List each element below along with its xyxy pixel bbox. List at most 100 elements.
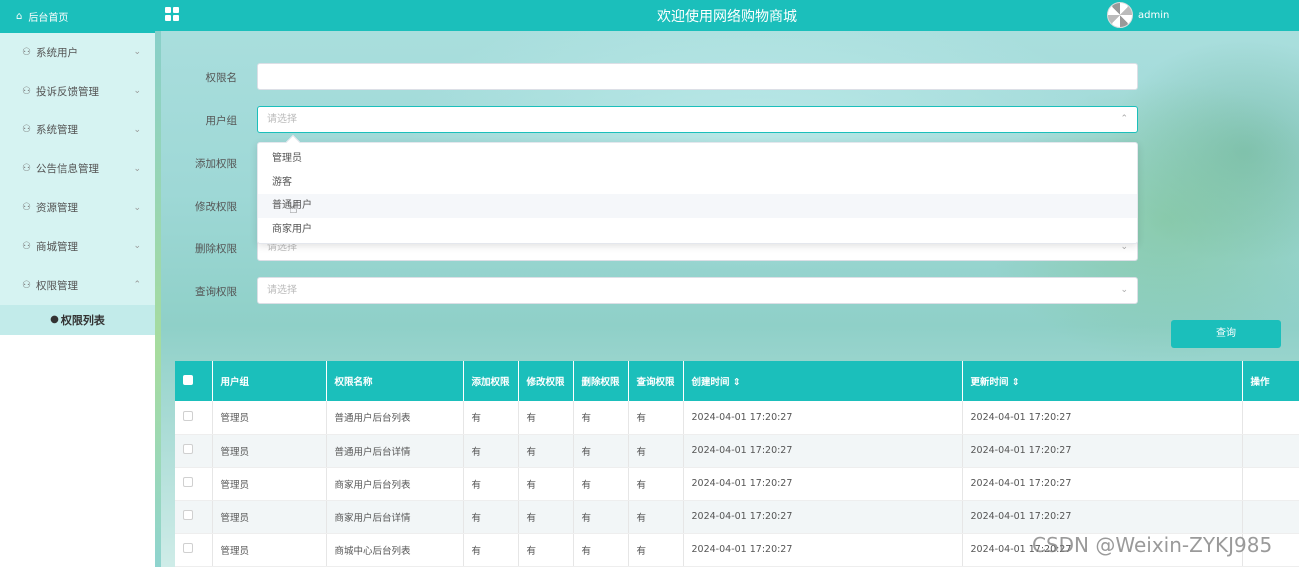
user-group-select[interactable]: 请选择 ⌃ (257, 106, 1138, 133)
row-checkbox-cell (175, 401, 213, 435)
sidebar-item-label: 商城管理 (36, 240, 78, 253)
row-checkbox-cell (175, 467, 213, 501)
users-icon: ⚇ (22, 163, 31, 175)
sidebar-item-label: 系统管理 (36, 124, 78, 137)
dropdown-option-guest[interactable]: 游客 (258, 171, 1137, 195)
table-cell: 有 (463, 533, 519, 567)
table-cell: 有 (518, 434, 574, 468)
user-group-dropdown: 管理员 游客 普通用户 ☝ 商家用户 (257, 134, 1138, 244)
table-cell: 有 (518, 467, 574, 501)
dropdown-option-admin[interactable]: 管理员 (258, 147, 1137, 171)
table-cell: 2024-04-01 17:20:27 (683, 533, 963, 567)
sidebar-subitem-permission-list[interactable]: ● 权限列表 (0, 304, 155, 335)
sidebar-item-announcements[interactable]: ⚇ 公告信息管理 ⌄ (0, 149, 155, 188)
sidebar-item-system-management[interactable]: ⚇ 系统管理 ⌄ (0, 111, 155, 150)
chevron-down-icon: ⌄ (133, 124, 141, 135)
column-header: 查询权限 (628, 361, 684, 401)
users-icon: ⚇ (22, 85, 31, 97)
table-cell: 2024-04-01 17:20:27 (962, 467, 1243, 501)
table-cell: 有 (573, 467, 629, 501)
chevron-down-icon: ⌄ (133, 163, 141, 174)
dropdown-option-normal-user[interactable]: 普通用户 ☝ (258, 194, 1137, 218)
sidebar-item-label: 系统用户 (36, 46, 78, 59)
sidebar-item-permissions[interactable]: ⚇ 权限管理 ⌃ (0, 266, 155, 305)
table-cell: 有 (518, 500, 574, 534)
users-icon: ⚇ (22, 124, 31, 136)
query-permission-placeholder: 请选择 (267, 285, 297, 296)
add-permission-label: 添加权限 (195, 158, 237, 170)
table-cell: 有 (573, 401, 629, 435)
sidebar: ⌂ 后台首页 ⚇ 系统用户 ⌄ ⚇ 投诉反馈管理 ⌄ ⚇ 系统管理 ⌄ ⚇ 公告… (0, 0, 155, 567)
table-cell-actions (1242, 500, 1299, 534)
sidebar-item-mall[interactable]: ⚇ 商城管理 ⌄ (0, 227, 155, 266)
users-icon: ⚇ (22, 240, 31, 252)
column-header: 操作 (1242, 361, 1299, 401)
table-cell-actions (1242, 434, 1299, 468)
table-cell: 有 (463, 500, 519, 534)
row-checkbox-cell (175, 533, 213, 567)
table-cell: 商家用户后台列表 (326, 467, 464, 501)
permission-name-input[interactable] (257, 63, 1138, 90)
column-header: 修改权限 (518, 361, 574, 401)
table-row: 管理员 商家用户后台详情 有 有 有 有 2024-04-01 17:20:27… (175, 500, 1299, 534)
form-row-query: 查询权限 请选择 ⌄ (155, 277, 1299, 305)
column-header-sortable[interactable]: 更新时间 ⇕ (962, 361, 1243, 401)
table-cell: 有 (628, 401, 684, 435)
sidebar-item-complaints[interactable]: ⚇ 投诉反馈管理 ⌄ (0, 72, 155, 111)
row-checkbox[interactable] (183, 410, 193, 421)
user-menu[interactable]: admin (1107, 2, 1169, 28)
table-cell: 2024-04-01 17:20:27 (683, 401, 963, 435)
table-cell: 2024-04-01 17:20:27 (962, 401, 1243, 435)
table-cell: 有 (628, 533, 684, 567)
dropdown-option-merchant[interactable]: 商家用户 (258, 218, 1137, 242)
sidebar-item-label: 投诉反馈管理 (36, 85, 99, 98)
user-group-placeholder: 请选择 (267, 114, 297, 125)
users-icon: ⚇ (22, 46, 31, 58)
table-cell: 有 (463, 434, 519, 468)
table-cell: 管理员 (212, 533, 327, 567)
table-cell: 2024-04-01 17:20:27 (962, 500, 1243, 534)
sidebar-item-label: 公告信息管理 (36, 163, 99, 176)
table-row: 管理员 普通用户后台详情 有 有 有 有 2024-04-01 17:20:27… (175, 434, 1299, 468)
sidebar-home-label: 后台首页 (28, 13, 69, 24)
table-cell: 有 (463, 401, 519, 435)
username: admin (1138, 9, 1170, 21)
edit-permission-label: 修改权限 (195, 201, 237, 213)
query-permission-select[interactable]: 请选择 ⌄ (257, 277, 1138, 304)
table-cell: 有 (573, 533, 629, 567)
chevron-down-icon: ⌄ (133, 241, 141, 252)
column-header-sortable[interactable]: 创建时间 ⇕ (683, 361, 963, 401)
column-header: 添加权限 (463, 361, 519, 401)
row-checkbox-cell (175, 500, 213, 534)
table-cell: 2024-04-01 17:20:27 (683, 434, 963, 468)
column-header: 删除权限 (573, 361, 629, 401)
sidebar-item-resources[interactable]: ⚇ 资源管理 ⌄ (0, 188, 155, 227)
table-cell: 普通用户后台详情 (326, 434, 464, 468)
sidebar-item-label: 权限管理 (36, 279, 78, 292)
table-cell: 有 (628, 467, 684, 501)
table-cell: 2024-04-01 17:20:27 (683, 500, 963, 534)
row-checkbox[interactable] (183, 444, 193, 454)
main-content: 权限名 用户组 请选择 ⌃ 添加权限 修改权限 删除权限 请选择 ⌄ 查询权限 … (155, 31, 1299, 567)
row-checkbox[interactable] (183, 543, 193, 553)
chevron-up-icon: ⌃ (1120, 114, 1128, 124)
row-checkbox[interactable] (183, 510, 193, 520)
sidebar-home-link[interactable]: ⌂ 后台首页 (0, 0, 155, 33)
table-row: 管理员 商家用户后台列表 有 有 有 有 2024-04-01 17:20:27… (175, 467, 1299, 501)
table-cell-actions (1242, 401, 1299, 435)
table-cell: 有 (573, 500, 629, 534)
table-header-row: 用户组 权限名称 添加权限 修改权限 删除权限 查询权限 创建时间 ⇕ 更新时间… (175, 361, 1299, 401)
table-cell: 2024-04-01 17:20:27 (962, 434, 1243, 468)
select-all-cell (175, 361, 213, 401)
table-cell: 商家用户后台详情 (326, 500, 464, 534)
sidebar-item-system-users[interactable]: ⚇ 系统用户 ⌄ (0, 33, 155, 72)
search-button[interactable]: 查询 (1171, 320, 1281, 348)
table-cell: 管理员 (212, 467, 327, 501)
watermark: CSDN @Weixin-ZYKJ985 (1032, 533, 1273, 557)
table-cell: 有 (463, 467, 519, 501)
select-all-checkbox[interactable] (183, 374, 193, 385)
row-checkbox[interactable] (183, 477, 193, 487)
users-icon: ⚇ (22, 279, 31, 291)
avatar[interactable] (1107, 2, 1133, 28)
table-cell: 2024-04-01 17:20:27 (683, 467, 963, 501)
